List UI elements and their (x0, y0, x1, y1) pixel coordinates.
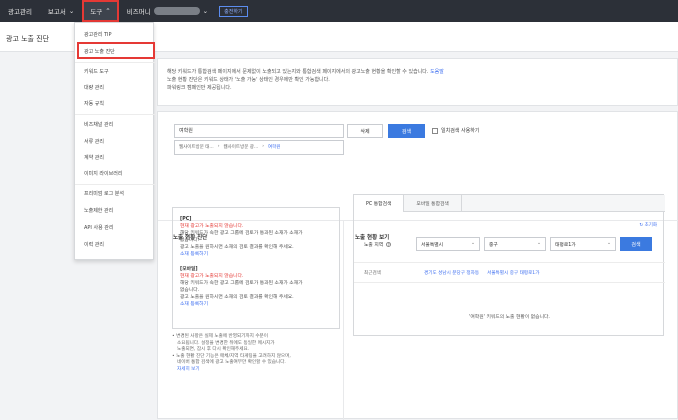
note-2b: 네이버 통합 검색에 광고 노출여부만 확인할 수 있습니다. (177, 360, 286, 366)
pc-desc-3: 광고 노출을 원하시면 소재의 검토 결과를 확인해 주세요. (180, 245, 294, 250)
reset-label: 초기화 (644, 223, 657, 228)
menu-item-tips[interactable]: 광고관리 TIP (84, 31, 112, 38)
page-title: 광고 노출 진단 (6, 35, 50, 43)
nav-tools[interactable]: 도구 ⌃ (82, 0, 119, 22)
column-divider (343, 221, 344, 420)
tools-dropdown-menu: 광고관리 TIP 광고 노출 진단 키워드 도구 대량 관리 자동 규칙 비즈채… (74, 22, 155, 260)
help-icon[interactable]: ? (386, 242, 392, 247)
pc-status: 현재 광고가 노출되지 않습니다. (180, 224, 244, 229)
menu-item-documents[interactable]: 서류 관리 (84, 138, 104, 145)
notice-text-1: 해당 키워드가 통합검색 페이지에서 문제없이 노출되고 있는지와 통합검색 페… (167, 69, 429, 75)
main-content: 해당 키워드가 통합검색 페이지에서 문제없이 노출되고 있는지와 통합검색 페… (157, 58, 678, 420)
region-select-district[interactable]: 중구 ⌄ (484, 237, 546, 251)
top-nav-bar: 광고관리 보고서 ⌄ 도구 ⌃ 비즈머니 ⌄ 충전하기 (0, 0, 678, 22)
chevron-down-icon: ⌄ (202, 7, 209, 15)
tab-mobile-search[interactable]: 모바일 통합검색 (404, 195, 462, 212)
menu-separator (75, 114, 155, 115)
region-select-city[interactable]: 서울특별시 ⌄ (416, 237, 480, 251)
help-link[interactable]: 도움말 (430, 69, 444, 75)
mobile-desc-3: 광고 노출을 원하시면 소재의 검토 결과를 확인해 주세요. (180, 295, 294, 300)
path-adgroup[interactable]: 웹사이트방문 광... (224, 144, 259, 151)
region-dong-value: 태평로1가 (555, 243, 576, 248)
notice-line-2: 노출 현황 진단은 키워드 상태가 '노출 가능' 상태인 경우에만 확인 가능… (167, 77, 330, 83)
menu-item-api[interactable]: API 사용 관리 (84, 224, 114, 231)
delete-button[interactable]: 삭제 (347, 124, 383, 138)
path-keyword[interactable]: 여학원 (268, 144, 280, 151)
menu-item-history[interactable]: 이력 관리 (84, 241, 104, 248)
exposure-status-box: PC 통합검색 모바일 통합검색 ↻ 초기화 노출 지역? 서울특별시 ⌄ 중구 ⌄… (353, 194, 665, 336)
search-button[interactable]: 검색 (388, 124, 425, 138)
empty-status-message: '여학원' 키워드의 노출 현황이 없습니다. (469, 315, 550, 320)
nav-ad-management[interactable]: 광고관리 (0, 0, 40, 22)
path-separator-icon: › (262, 144, 265, 149)
menu-item-premium-log[interactable]: 프리미엄 로그 분석 (84, 190, 124, 197)
details-link[interactable]: 자세히 보기 (172, 367, 340, 374)
check-status-button[interactable]: 검색 (620, 237, 652, 251)
diagnosis-notes: • 변경된 사항은 실제 노출에 반영되기까지 수분이 소요됩니다. 설정을 변… (172, 334, 340, 374)
region-select-dong[interactable]: 태평로1가 ⌄ (550, 237, 616, 251)
nav-reports[interactable]: 보고서 ⌄ (40, 0, 82, 22)
region-city-value: 서울특별시 (421, 243, 444, 248)
keyword-search-input[interactable]: 여학원 (174, 124, 344, 138)
recent-search-item[interactable]: 경기도 성남시 분당구 정자동 (424, 270, 479, 276)
mobile-desc-2: 없습니다. (180, 288, 200, 293)
reset-button[interactable]: ↻ 초기화 (639, 222, 657, 228)
chevron-down-icon: ⌄ (68, 7, 75, 15)
mobile-header: [모바일] (180, 267, 198, 272)
status-divider (354, 282, 665, 283)
charge-button[interactable]: 충전하기 (219, 5, 248, 17)
diagnosis-result-box: [PC] 현재 광고가 노출되지 않습니다. 해당 키워드가 속한 광고 그룹에… (172, 207, 340, 329)
notice-line-1: 해당 키워드가 통합검색 페이지에서 문제없이 노출되고 있는지와 통합검색 페… (167, 68, 668, 76)
notice-box: 해당 키워드가 통합검색 페이지에서 문제없이 노출되고 있는지와 통합검색 페… (157, 58, 678, 106)
status-divider (354, 262, 665, 263)
menu-item-keyword-tool[interactable]: 키워드 도구 (84, 68, 109, 75)
menu-item-bulk-management[interactable]: 대량 관리 (84, 84, 104, 91)
menu-item-image-library[interactable]: 이미지 라이브러리 (84, 170, 122, 177)
region-label: 노출 지역? (364, 241, 392, 248)
nav-bizmoney-label: 비즈머니 (126, 8, 151, 16)
menu-separator (75, 184, 155, 185)
chevron-up-icon: ⌃ (105, 7, 111, 15)
bizmoney-amount-redacted (153, 7, 200, 15)
menu-item-contracts[interactable]: 계약 관리 (84, 154, 104, 161)
note-1c: 노출되면, 잠시 후 다시 확인해주세요. (177, 347, 250, 353)
note-1a: • 변경된 사항은 실제 노출에 반영되기까지 수분이 (172, 334, 268, 339)
pc-header: [PC] (180, 217, 192, 222)
nav-tools-label: 도구 (90, 8, 103, 16)
exact-match-checkbox[interactable] (432, 127, 438, 134)
recent-search-item[interactable]: 서울특별시 중구 태평로1가 (487, 270, 539, 276)
recent-search-list: 경기도 성남시 분당구 정자동 서울특별시 중구 태평로1가 (424, 270, 539, 276)
keyword-path: 웹사이트방문 태... › 웹사이트방문 광... › 여학원 (174, 140, 344, 155)
notice-line-3: 파워링크 캠페인만 제공됩니다. (167, 85, 232, 91)
chevron-down-icon: ⌄ (536, 241, 541, 246)
recent-search-label: 최근검색 (364, 271, 381, 276)
menu-item-exposure-limit[interactable]: 노출제한 관리 (84, 207, 113, 214)
status-tabs: PC 통합검색 모바일 통합검색 (354, 195, 665, 212)
path-separator-icon: › (217, 144, 220, 149)
path-campaign[interactable]: 웹사이트방문 태... (179, 144, 214, 151)
nav-reports-label: 보고서 (47, 8, 66, 16)
nav-ad-management-label: 광고관리 (8, 8, 32, 16)
pc-desc-1: 해당 키워드가 속한 광고 그룹에 검토가 통과된 소재가 소재가 (180, 231, 303, 236)
menu-separator (75, 62, 155, 63)
menu-item-ad-diagnosis[interactable]: 광고 노출 진단 (84, 48, 115, 55)
refresh-icon: ↻ (639, 223, 644, 228)
mobile-status: 현재 광고가 노출되지 않습니다. (180, 274, 244, 279)
tab-pc-search[interactable]: PC 통합검색 (354, 195, 405, 212)
region-district-value: 중구 (489, 243, 498, 248)
pc-desc-2: 없습니다. (180, 238, 200, 243)
chevron-down-icon: ⌄ (606, 241, 611, 246)
nav-bizmoney[interactable]: 비즈머니 ⌄ 충전하기 (119, 0, 256, 22)
menu-item-bizchannel[interactable]: 비즈채널 관리 (84, 121, 113, 128)
region-label-text: 노출 지역 (364, 243, 384, 248)
mobile-register-link[interactable]: 소재 등록하기 (180, 301, 332, 308)
mobile-desc-1: 해당 키워드가 속한 광고 그룹에 검토가 통과된 소재가 소재가 (180, 281, 303, 286)
menu-item-auto-rules[interactable]: 자동 규칙 (84, 100, 104, 107)
exact-match-label: 일치검색 사용하기 (441, 128, 480, 134)
exact-match-option[interactable]: 일치검색 사용하기 (432, 127, 479, 134)
chevron-down-icon: ⌄ (470, 241, 475, 246)
pc-register-link[interactable]: 소재 등록하기 (180, 251, 332, 258)
